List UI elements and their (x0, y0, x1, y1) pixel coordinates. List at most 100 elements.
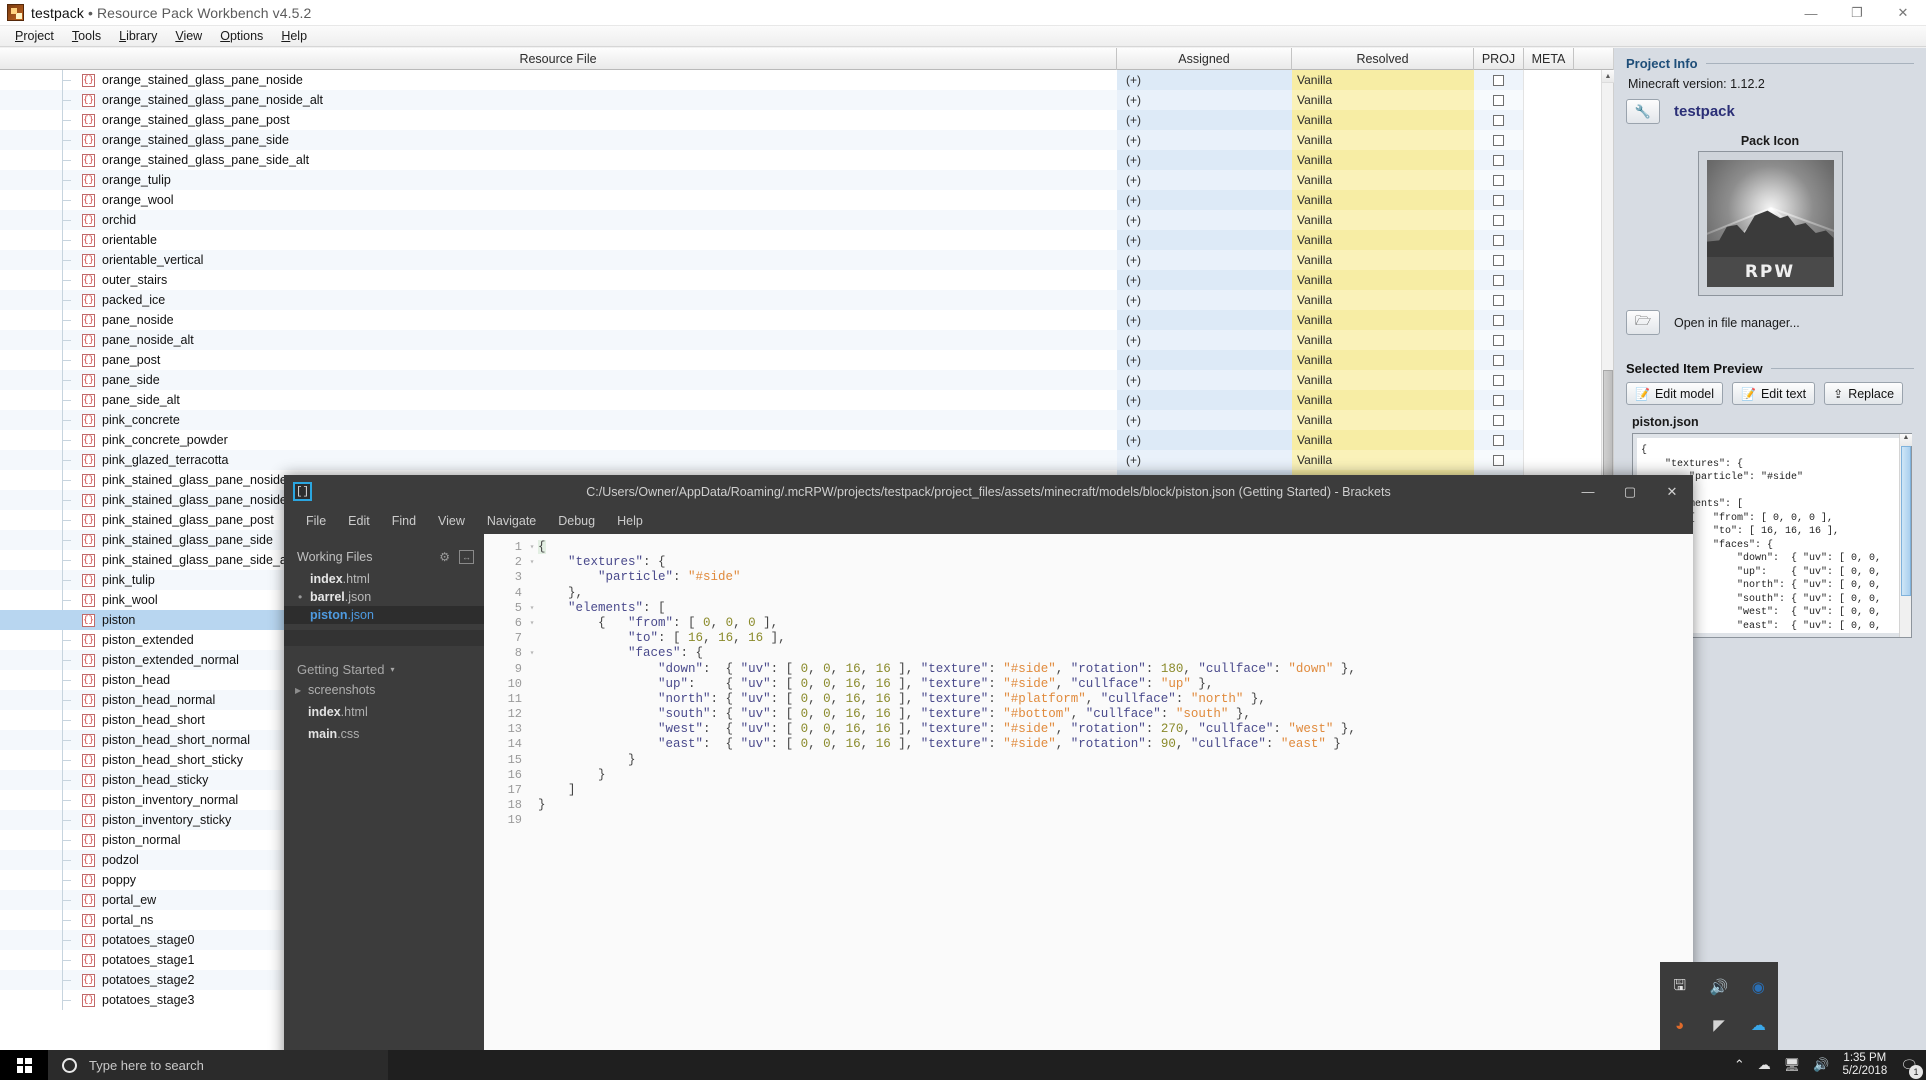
table-row[interactable]: {} pane_side (+) Vanilla (0, 370, 1601, 390)
cell-proj[interactable] (1474, 390, 1524, 410)
taskbar-clock[interactable]: 1:35 PM 5/2/2018 (1842, 1052, 1887, 1078)
brackets-menu-navigate[interactable]: Navigate (477, 511, 546, 531)
cell-meta[interactable] (1524, 190, 1574, 210)
cell-resource-file[interactable]: {} pink_concrete (0, 410, 1117, 430)
cell-resolved[interactable]: Vanilla (1292, 310, 1474, 330)
cell-resource-file[interactable]: {} pane_noside (0, 310, 1117, 330)
cell-proj[interactable] (1474, 210, 1524, 230)
proj-checkbox[interactable] (1493, 334, 1504, 346)
cell-resource-file[interactable]: {} orange_stained_glass_pane_noside (0, 70, 1117, 90)
open-file-manager-button[interactable]: 🗁 (1626, 310, 1660, 335)
cell-assigned[interactable]: (+) (1117, 210, 1292, 230)
preview-scrollbar[interactable]: ▲ (1899, 434, 1912, 637)
table-row[interactable]: {} orange_tulip (+) Vanilla (0, 170, 1601, 190)
brackets-minimize-button[interactable]: — (1567, 475, 1609, 508)
cell-resource-file[interactable]: {} orange_wool (0, 190, 1117, 210)
code-fold-arrow-icon[interactable]: ▾ (526, 555, 538, 570)
table-row[interactable]: {} orange_stained_glass_pane_post (+) Vanil… (0, 110, 1601, 130)
ghost-icon[interactable]: ◕ (1668, 1013, 1692, 1037)
start-button[interactable] (0, 1050, 48, 1080)
cell-proj[interactable] (1474, 430, 1524, 450)
cell-proj[interactable] (1474, 190, 1524, 210)
project-tree-header[interactable]: Getting Started ▾ (284, 662, 484, 677)
cell-meta[interactable] (1524, 450, 1574, 470)
cell-meta[interactable] (1524, 250, 1574, 270)
minimize-button[interactable]: — (1788, 0, 1834, 26)
cell-resolved[interactable]: Vanilla (1292, 290, 1474, 310)
cell-assigned[interactable]: (+) (1117, 70, 1292, 90)
steam-icon[interactable]: ◉ (1746, 975, 1770, 999)
cell-resolved[interactable]: Vanilla (1292, 190, 1474, 210)
cell-resource-file[interactable]: {} pane_side (0, 370, 1117, 390)
table-row[interactable]: {} orange_stained_glass_pane_noside_alt (+… (0, 90, 1601, 110)
cell-proj[interactable] (1474, 350, 1524, 370)
table-row[interactable]: {} outer_stairs (+) Vanilla (0, 270, 1601, 290)
cell-resource-file[interactable]: {} orange_stained_glass_pane_side_alt (0, 150, 1117, 170)
cell-resource-file[interactable]: {} pink_concrete_powder (0, 430, 1117, 450)
cell-assigned[interactable]: (+) (1117, 450, 1292, 470)
volume-mute-icon[interactable]: 🔊 (1707, 975, 1731, 999)
proj-checkbox[interactable] (1493, 294, 1504, 306)
cell-resource-file[interactable]: {} orientable (0, 230, 1117, 250)
cell-resource-file[interactable]: {} pane_side_alt (0, 390, 1117, 410)
brackets-code-editor[interactable]: 1 ▾{2 ▾ "textures": {3 "particle": "#side"… (484, 534, 1693, 1080)
cell-resolved[interactable]: Vanilla (1292, 90, 1474, 110)
cell-resolved[interactable]: Vanilla (1292, 270, 1474, 290)
table-row[interactable]: {} orientable (+) Vanilla (0, 230, 1601, 250)
cell-proj[interactable] (1474, 310, 1524, 330)
code-fold-arrow-icon[interactable]: ▾ (526, 601, 538, 616)
cell-assigned[interactable]: (+) (1117, 130, 1292, 150)
cell-proj[interactable] (1474, 70, 1524, 90)
table-row[interactable]: {} pane_side_alt (+) Vanilla (0, 390, 1601, 410)
cell-proj[interactable] (1474, 330, 1524, 350)
column-header-resource-file[interactable]: Resource File (0, 48, 1117, 70)
cell-resolved[interactable]: Vanilla (1292, 430, 1474, 450)
cell-assigned[interactable]: (+) (1117, 310, 1292, 330)
volume-icon[interactable]: 🔊 (1813, 1057, 1829, 1073)
proj-checkbox[interactable] (1493, 94, 1504, 106)
working-file-item[interactable]: • barrel .json (284, 588, 484, 606)
menu-view[interactable]: View (166, 27, 211, 45)
taskbar-search[interactable]: Type here to search (48, 1050, 388, 1080)
brackets-maximize-button[interactable]: ▢ (1609, 475, 1651, 508)
cell-meta[interactable] (1524, 370, 1574, 390)
cell-proj[interactable] (1474, 90, 1524, 110)
maximize-button[interactable]: ❐ (1834, 0, 1880, 26)
brackets-menu-help[interactable]: Help (607, 511, 653, 531)
proj-checkbox[interactable] (1493, 374, 1504, 386)
proj-checkbox[interactable] (1493, 194, 1504, 206)
cell-proj[interactable] (1474, 290, 1524, 310)
cell-meta[interactable] (1524, 130, 1574, 150)
cell-resolved[interactable]: Vanilla (1292, 210, 1474, 230)
table-row[interactable]: {} orange_wool (+) Vanilla (0, 190, 1601, 210)
working-file-item[interactable]: piston .json (284, 606, 484, 624)
proj-checkbox[interactable] (1493, 354, 1504, 366)
cell-meta[interactable] (1524, 90, 1574, 110)
brackets-menu-debug[interactable]: Debug (548, 511, 605, 531)
proj-checkbox[interactable] (1493, 234, 1504, 246)
cell-resolved[interactable]: Vanilla (1292, 350, 1474, 370)
close-button[interactable]: ✕ (1880, 0, 1926, 26)
table-row[interactable]: {} orange_stained_glass_pane_side_alt (+) V… (0, 150, 1601, 170)
menu-tools[interactable]: Tools (63, 27, 110, 45)
table-row[interactable]: {} pink_concrete_powder (+) Vanilla (0, 430, 1601, 450)
cell-proj[interactable] (1474, 230, 1524, 250)
cell-resolved[interactable]: Vanilla (1292, 230, 1474, 250)
cell-assigned[interactable]: (+) (1117, 190, 1292, 210)
preview-scrollbar-thumb[interactable] (1901, 446, 1911, 596)
cell-assigned[interactable]: (+) (1117, 230, 1292, 250)
cell-resolved[interactable]: Vanilla (1292, 370, 1474, 390)
cell-proj[interactable] (1474, 170, 1524, 190)
cell-resolved[interactable]: Vanilla (1292, 250, 1474, 270)
cell-resource-file[interactable]: {} pane_post (0, 350, 1117, 370)
edit-model-button[interactable]: 📝 Edit model (1626, 382, 1724, 405)
cell-resource-file[interactable]: {} pink_glazed_terracotta (0, 450, 1117, 470)
menu-options[interactable]: Options (211, 27, 272, 45)
cell-proj[interactable] (1474, 410, 1524, 430)
table-row[interactable]: {} pane_noside (+) Vanilla (0, 310, 1601, 330)
table-row[interactable]: {} pane_noside_alt (+) Vanilla (0, 330, 1601, 350)
gyazo-icon[interactable]: ◤ (1707, 1013, 1731, 1037)
chevron-down-icon[interactable]: ▾ (390, 665, 394, 674)
cell-meta[interactable] (1524, 390, 1574, 410)
cell-assigned[interactable]: (+) (1117, 410, 1292, 430)
